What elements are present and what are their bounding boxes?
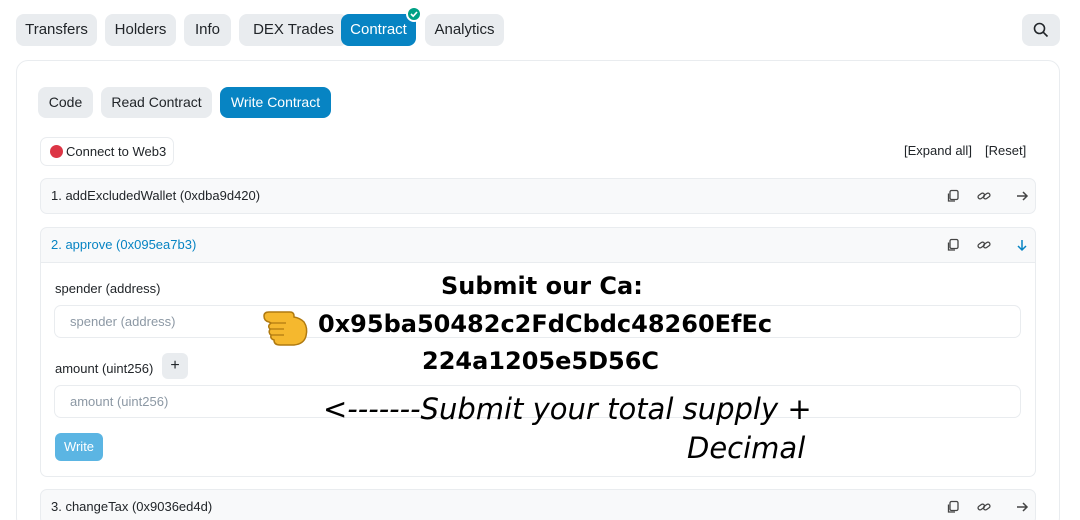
arrow-down-icon[interactable]: [1015, 238, 1029, 252]
reset-link[interactable]: [Reset]: [985, 143, 1026, 158]
tab-contract[interactable]: Contract: [341, 6, 422, 46]
overlay-line-3: 224a1205e5D56C: [422, 347, 659, 375]
add-decimals-button[interactable]: +: [162, 353, 188, 379]
amount-label: amount (uint256): [55, 361, 154, 376]
overlay-line-5: Decimal: [687, 431, 806, 465]
connect-web3-button[interactable]: Connect to Web3: [40, 137, 174, 166]
overlay-line-4: <-------Submit your total supply +: [323, 392, 812, 426]
subtab-label: Read Contract: [111, 94, 202, 110]
function-row-approve[interactable]: 2. approve (0x095ea7b3): [40, 227, 1036, 263]
link-icon[interactable]: [977, 500, 991, 514]
tab-dex-trades[interactable]: DEX Trades: [239, 14, 348, 46]
subtab-write-contract[interactable]: Write Contract: [220, 87, 331, 118]
subtab-read-contract[interactable]: Read Contract: [101, 87, 212, 118]
function-row-add-excluded-wallet[interactable]: 1. addExcludedWallet (0xdba9d420): [40, 178, 1036, 214]
function-title: 3. changeTax (0x9036ed4d): [51, 499, 213, 514]
link-icon[interactable]: [977, 189, 991, 203]
search-button[interactable]: [1022, 14, 1060, 46]
tab-label: Analytics: [434, 21, 495, 38]
arrow-right-icon[interactable]: [1015, 189, 1029, 203]
spender-label: spender (address): [55, 281, 161, 296]
tab-label: DEX Trades: [253, 21, 334, 38]
search-icon: [1033, 22, 1049, 38]
tab-label: Info: [194, 21, 221, 38]
copy-icon[interactable]: [946, 189, 960, 203]
function-title: 1. addExcludedWallet (0xdba9d420): [51, 188, 261, 203]
expand-all-link[interactable]: [Expand all]: [904, 143, 972, 158]
tab-label: Contract: [350, 21, 407, 38]
subtab-code[interactable]: Code: [38, 87, 93, 118]
tab-transfers[interactable]: Transfers: [16, 14, 97, 46]
tab-label: Holders: [114, 21, 167, 38]
link-icon[interactable]: [977, 238, 991, 252]
tab-info[interactable]: Info: [184, 14, 231, 46]
tab-label: Transfers: [25, 21, 88, 38]
tab-analytics[interactable]: Analytics: [425, 14, 504, 46]
function-title: 2. approve (0x095ea7b3): [51, 237, 197, 252]
overlay-line-1: Submit our Ca:: [441, 272, 643, 300]
subtab-label: Write Contract: [230, 94, 321, 110]
copy-icon[interactable]: [946, 238, 960, 252]
copy-icon[interactable]: [946, 500, 960, 514]
overlay-line-2: 0x95ba50482c2FdCbdc48260EfEc: [318, 310, 773, 338]
tab-holders[interactable]: Holders: [105, 14, 176, 46]
pointing-hand-icon: [263, 311, 308, 346]
write-button[interactable]: Write: [55, 433, 103, 461]
status-dot-icon: [50, 145, 63, 158]
connect-web3-label: Connect to Web3: [66, 144, 167, 159]
verified-check-icon: [406, 6, 422, 22]
arrow-right-icon[interactable]: [1015, 500, 1029, 514]
subtab-label: Code: [48, 94, 83, 110]
function-row-change-tax[interactable]: 3. changeTax (0x9036ed4d): [40, 489, 1036, 520]
